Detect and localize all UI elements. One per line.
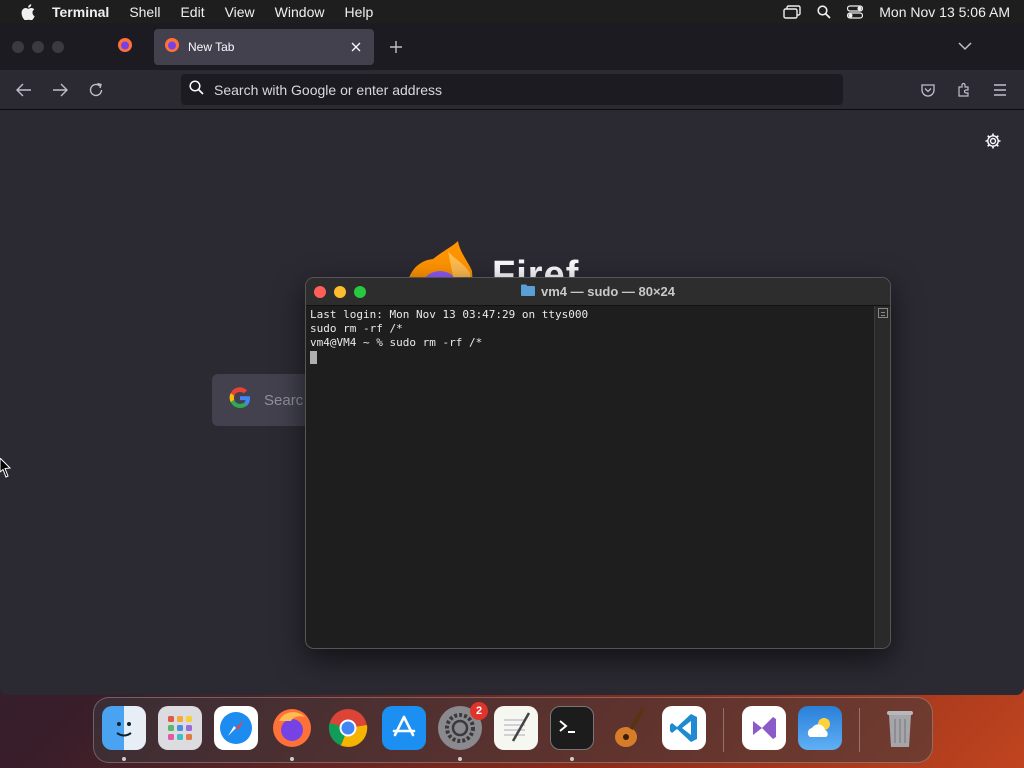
menu-clock[interactable]: Mon Nov 13 5:06 AM [879, 4, 1010, 20]
apple-menu-icon[interactable] [18, 3, 38, 20]
app-store-icon[interactable] [382, 706, 426, 750]
launchpad-icon[interactable] [158, 706, 202, 750]
notification-badge: 2 [470, 702, 488, 720]
google-icon [228, 386, 252, 415]
terminal-window[interactable]: vm4 — sudo — 80×24 Last login: Mon Nov 1… [305, 277, 891, 649]
control-center-icon[interactable] [847, 4, 864, 19]
tab-bar: New Tab [0, 23, 1024, 70]
url-bar[interactable]: Search with Google or enter address [181, 74, 843, 105]
terminal-window-controls [314, 286, 366, 298]
terminal-close-button[interactable] [314, 286, 326, 298]
trash-icon[interactable] [878, 706, 922, 750]
textedit-icon[interactable] [494, 706, 538, 750]
terminal-line: vm4@VM4 ~ % sudo rm -rf /* [310, 336, 483, 349]
google-search-placeholder: Searc [264, 391, 304, 409]
folder-icon [520, 283, 535, 301]
menu-hamburger-icon[interactable] [990, 80, 1010, 100]
scroll-marker-icon [878, 308, 888, 318]
terminal-cursor [310, 350, 317, 364]
firefox-icon [117, 37, 133, 58]
tab-label: New Tab [188, 40, 235, 54]
terminal-output[interactable]: Last login: Mon Nov 13 03:47:29 on ttys0… [310, 308, 876, 648]
garageband-icon[interactable] [606, 706, 650, 750]
list-all-tabs-button[interactable] [958, 38, 972, 56]
vscode-icon[interactable] [662, 706, 706, 750]
screen-mirroring-icon[interactable] [783, 4, 801, 19]
new-tab-button[interactable] [386, 37, 406, 57]
visual-studio-icon[interactable] [742, 706, 786, 750]
chrome-icon[interactable] [326, 706, 370, 750]
url-placeholder: Search with Google or enter address [214, 81, 443, 98]
back-button[interactable] [14, 80, 34, 100]
tab-new-tab[interactable]: New Tab [154, 29, 374, 65]
firefox-icon[interactable] [270, 706, 314, 750]
menu-shell[interactable]: Shell [129, 4, 160, 20]
pinned-tab[interactable] [110, 33, 140, 61]
spotlight-search-icon[interactable] [817, 4, 831, 19]
running-indicator [122, 757, 126, 761]
finder-icon[interactable] [102, 706, 146, 750]
menu-edit[interactable]: Edit [180, 4, 204, 20]
dock [93, 697, 933, 763]
terminal-line: sudo rm -rf /* [310, 322, 403, 335]
terminal-icon[interactable] [550, 706, 594, 750]
weather-icon[interactable] [798, 706, 842, 750]
safari-icon[interactable] [214, 706, 258, 750]
forward-button[interactable] [50, 80, 70, 100]
reload-button[interactable] [86, 80, 106, 100]
running-indicator [570, 757, 574, 761]
terminal-titlebar[interactable]: vm4 — sudo — 80×24 [306, 278, 890, 306]
firefox-icon [164, 37, 180, 58]
dock-separator [723, 708, 724, 752]
terminal-scrollbar[interactable] [874, 306, 890, 648]
zoom-window-button[interactable] [52, 41, 64, 53]
extensions-icon[interactable] [954, 80, 974, 100]
terminal-minimize-button[interactable] [334, 286, 346, 298]
window-controls [12, 41, 64, 53]
running-indicator [290, 757, 294, 761]
mouse-pointer-icon [0, 457, 12, 485]
navigation-bar: Search with Google or enter address [0, 70, 1024, 110]
minimize-window-button[interactable] [32, 41, 44, 53]
close-window-button[interactable] [12, 41, 24, 53]
settings-gear-icon[interactable] [984, 132, 1002, 155]
search-icon [189, 79, 204, 100]
menu-view[interactable]: View [225, 4, 255, 20]
dock-separator [859, 708, 860, 752]
terminal-zoom-button[interactable] [354, 286, 366, 298]
terminal-line: Last login: Mon Nov 13 03:47:29 on ttys0… [310, 308, 589, 321]
pocket-icon[interactable] [918, 80, 938, 100]
menu-help[interactable]: Help [344, 4, 373, 20]
terminal-title: vm4 — sudo — 80×24 [540, 284, 676, 299]
running-indicator [458, 757, 462, 761]
menu-window[interactable]: Window [275, 4, 325, 20]
menu-bar: Terminal Shell Edit View Window Help Mon… [0, 0, 1024, 23]
close-tab-icon[interactable] [348, 39, 364, 55]
menu-app-name[interactable]: Terminal [52, 4, 109, 20]
